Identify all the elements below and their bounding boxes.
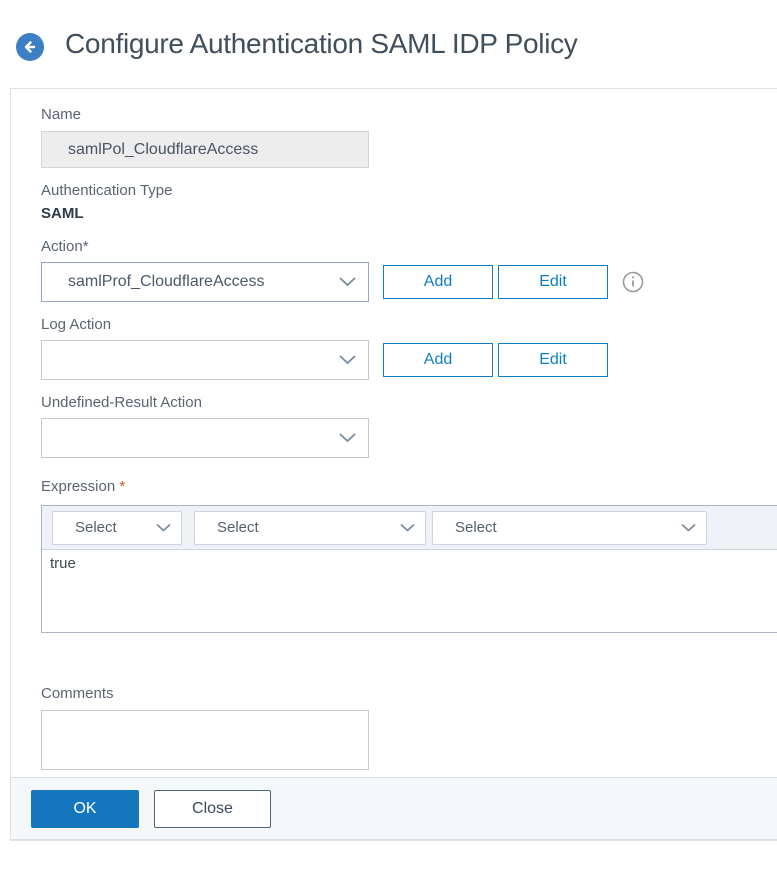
name-label: Name [41, 106, 777, 124]
log-action-add-button[interactable]: Add [383, 343, 493, 377]
dialog-footer: OK Close [11, 777, 777, 840]
expression-label: Expression * [41, 478, 777, 496]
comments-label: Comments [41, 685, 777, 703]
action-label: Action* [41, 238, 777, 256]
action-select[interactable]: samlProf_CloudflareAccess [41, 262, 369, 302]
dialog-header: Configure Authentication SAML IDP Policy [0, 0, 777, 88]
back-button[interactable] [16, 33, 44, 61]
undefined-action-label: Undefined-Result Action [41, 394, 777, 412]
ok-button[interactable]: OK [31, 790, 139, 828]
log-action-label: Log Action [41, 316, 777, 334]
auth-type-value: SAML [41, 205, 777, 223]
info-icon[interactable] [622, 271, 644, 293]
chevron-down-icon [156, 523, 171, 532]
expression-select-1[interactable]: Select [52, 511, 182, 545]
expression-input[interactable]: true [42, 550, 777, 627]
action-add-button[interactable]: Add [383, 265, 493, 299]
undefined-action-select[interactable] [41, 418, 369, 458]
arrow-left-icon [21, 38, 39, 56]
auth-type-label: Authentication Type [41, 182, 777, 200]
expression-select-3[interactable]: Select [432, 511, 707, 545]
expression-toolbar: Select Select Select [42, 506, 777, 550]
close-button[interactable]: Close [154, 790, 271, 828]
expression-select-2[interactable]: Select [194, 511, 426, 545]
chevron-down-icon [400, 523, 415, 532]
required-asterisk: * [119, 478, 125, 495]
chevron-down-icon [339, 355, 356, 365]
log-action-edit-button[interactable]: Edit [498, 343, 608, 377]
comments-input[interactable] [41, 710, 369, 770]
chevron-down-icon [339, 433, 356, 443]
chevron-down-icon [339, 277, 356, 287]
action-edit-button[interactable]: Edit [498, 265, 608, 299]
name-input [41, 131, 369, 168]
chevron-down-icon [681, 523, 696, 532]
action-select-value: samlProf_CloudflareAccess [42, 273, 265, 291]
form-panel: Name Authentication Type SAML Action* sa… [10, 88, 777, 841]
expression-builder: Select Select Select [41, 505, 777, 633]
page-title: Configure Authentication SAML IDP Policy [65, 28, 578, 60]
log-action-select[interactable] [41, 340, 369, 380]
